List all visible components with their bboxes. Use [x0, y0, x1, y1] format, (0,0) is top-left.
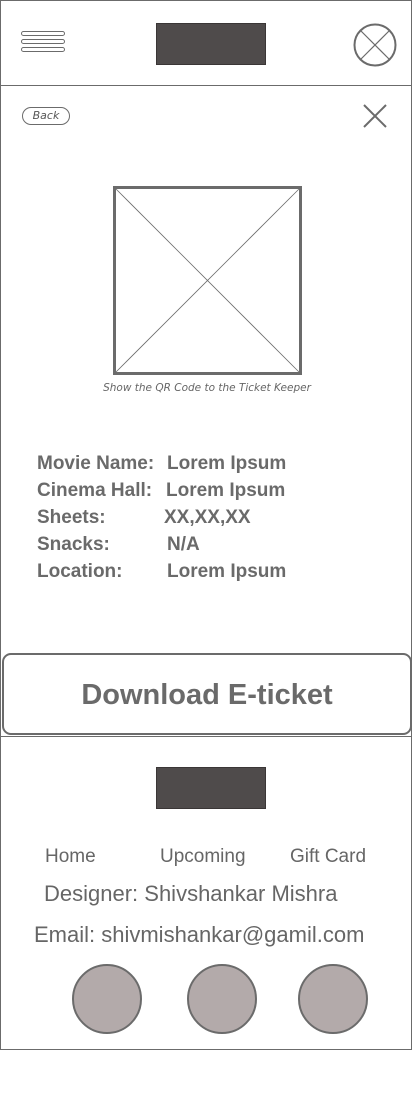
qr-code-image: [113, 186, 302, 375]
detail-value: Lorem Ipsum: [167, 453, 287, 474]
header-logo[interactable]: [156, 23, 266, 65]
detail-value: Lorem Ipsum: [167, 561, 287, 582]
detail-label: Cinema Hall:: [37, 480, 153, 501]
qr-caption: Show the QR Code to the Ticket Keeper: [103, 382, 311, 394]
footer-logo[interactable]: [156, 767, 266, 809]
designer-credit: Designer: Shivshankar Mishra: [44, 881, 338, 906]
social-icon-2[interactable]: [187, 964, 257, 1034]
designer-email: Email: shivmishankar@gamil.com: [34, 922, 365, 947]
footer-nav-upcoming[interactable]: Upcoming: [160, 846, 246, 868]
download-eticket-button[interactable]: Download E-ticket: [2, 653, 412, 735]
detail-value: Lorem Ipsum: [166, 480, 286, 501]
back-button[interactable]: Back: [22, 107, 70, 125]
close-icon[interactable]: [362, 103, 388, 129]
hamburger-menu-icon[interactable]: [21, 31, 65, 57]
detail-value: XX,XX,XX: [164, 507, 251, 528]
detail-label: Movie Name:: [37, 453, 155, 474]
social-icon-3[interactable]: [298, 964, 368, 1034]
social-icon-1[interactable]: [72, 964, 142, 1034]
footer-divider: [1, 736, 412, 737]
footer-nav-gift-card[interactable]: Gift Card: [290, 846, 366, 868]
detail-value: N/A: [167, 534, 200, 555]
circle-x-icon[interactable]: [353, 23, 397, 67]
detail-label: Sheets:: [37, 507, 106, 528]
detail-label: Location:: [37, 561, 123, 582]
detail-label: Snacks:: [37, 534, 110, 555]
footer-nav-home[interactable]: Home: [45, 846, 96, 868]
phone-frame: Back Show the QR Code to the Ticket Keep…: [0, 0, 412, 1050]
app-header: [1, 1, 411, 86]
